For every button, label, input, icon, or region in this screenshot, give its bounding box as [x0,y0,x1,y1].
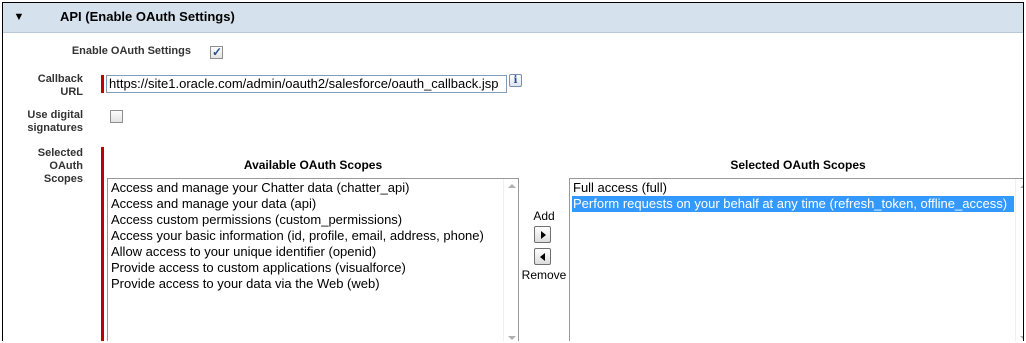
selected-scopes-list: Full access (full) Perform requests on yo… [572,180,1014,212]
callback-url-field[interactable]: https://site1.oracle.com/admin/oauth2/sa… [106,75,507,93]
scrollbar[interactable] [503,179,518,341]
scrollbar[interactable] [1015,179,1023,341]
digital-signatures-label-line2: signatures [27,122,83,134]
collapse-toggle-icon[interactable]: ▼ [13,11,25,23]
list-item[interactable]: Provide access to custom applications (v… [110,260,502,276]
digital-signatures-label: Use digital signatures [13,109,83,135]
section-title: API (Enable OAuth Settings) [60,9,235,24]
required-marker [101,147,104,341]
list-item[interactable]: Provide access to your data via the Web … [110,276,502,292]
available-scopes-listbox[interactable]: Access and manage your Chatter data (cha… [107,178,519,341]
list-item[interactable]: Perform requests on your behalf at any t… [572,196,1014,212]
add-scope-button[interactable] [534,226,551,243]
oauth-scopes-label-line3: Scopes [43,173,83,185]
list-item[interactable]: Access and manage your Chatter data (cha… [110,180,502,196]
enable-oauth-checkbox[interactable]: ✓ [210,45,223,59]
remove-scope-button[interactable] [534,248,551,265]
info-icon[interactable]: i [509,74,522,87]
oauth-scopes-label-line1: Selected [37,147,83,159]
callback-url-label-line1: Callback [37,73,83,85]
callback-url-label-line2: URL [60,86,83,98]
add-label: Add [533,209,555,223]
scroll-up-arrow-icon[interactable] [508,184,516,188]
required-marker [101,75,104,93]
selected-scopes-listbox[interactable]: Full access (full) Perform requests on yo… [569,178,1023,341]
oauth-scopes-label: Selected OAuth Scopes [13,147,83,186]
available-scopes-heading: Available OAuth Scopes [243,158,383,172]
list-item[interactable]: Access custom permissions (custom_permis… [110,212,502,228]
checkmark-icon: ✓ [212,45,223,59]
scroll-down-arrow-icon[interactable] [508,336,516,340]
oauth-settings-panel: ▼ API (Enable OAuth Settings) Enable OAu… [2,2,1024,341]
callback-url-label: Callback URL [13,73,83,99]
available-scopes-list: Access and manage your Chatter data (cha… [110,180,502,292]
list-item[interactable]: Full access (full) [572,180,1014,196]
list-item[interactable]: Access and manage your data (api) [110,196,502,212]
scroll-down-arrow-icon[interactable] [1020,336,1023,340]
digital-signatures-checkbox[interactable] [110,110,123,123]
arrow-left-icon [540,253,545,261]
section-header: ▼ API (Enable OAuth Settings) [3,3,1023,33]
oauth-scopes-label-line2: OAuth [49,160,83,172]
arrow-right-icon [541,231,546,239]
enable-oauth-label: Enable OAuth Settings [71,45,191,57]
remove-label: Remove [521,268,567,282]
digital-signatures-label-line1: Use digital [27,109,83,121]
selected-scopes-heading: Selected OAuth Scopes [730,158,866,172]
list-item[interactable]: Allow access to your unique identifier (… [110,244,502,260]
scroll-up-arrow-icon[interactable] [1020,184,1023,188]
list-item[interactable]: Access your basic information (id, profi… [110,228,502,244]
